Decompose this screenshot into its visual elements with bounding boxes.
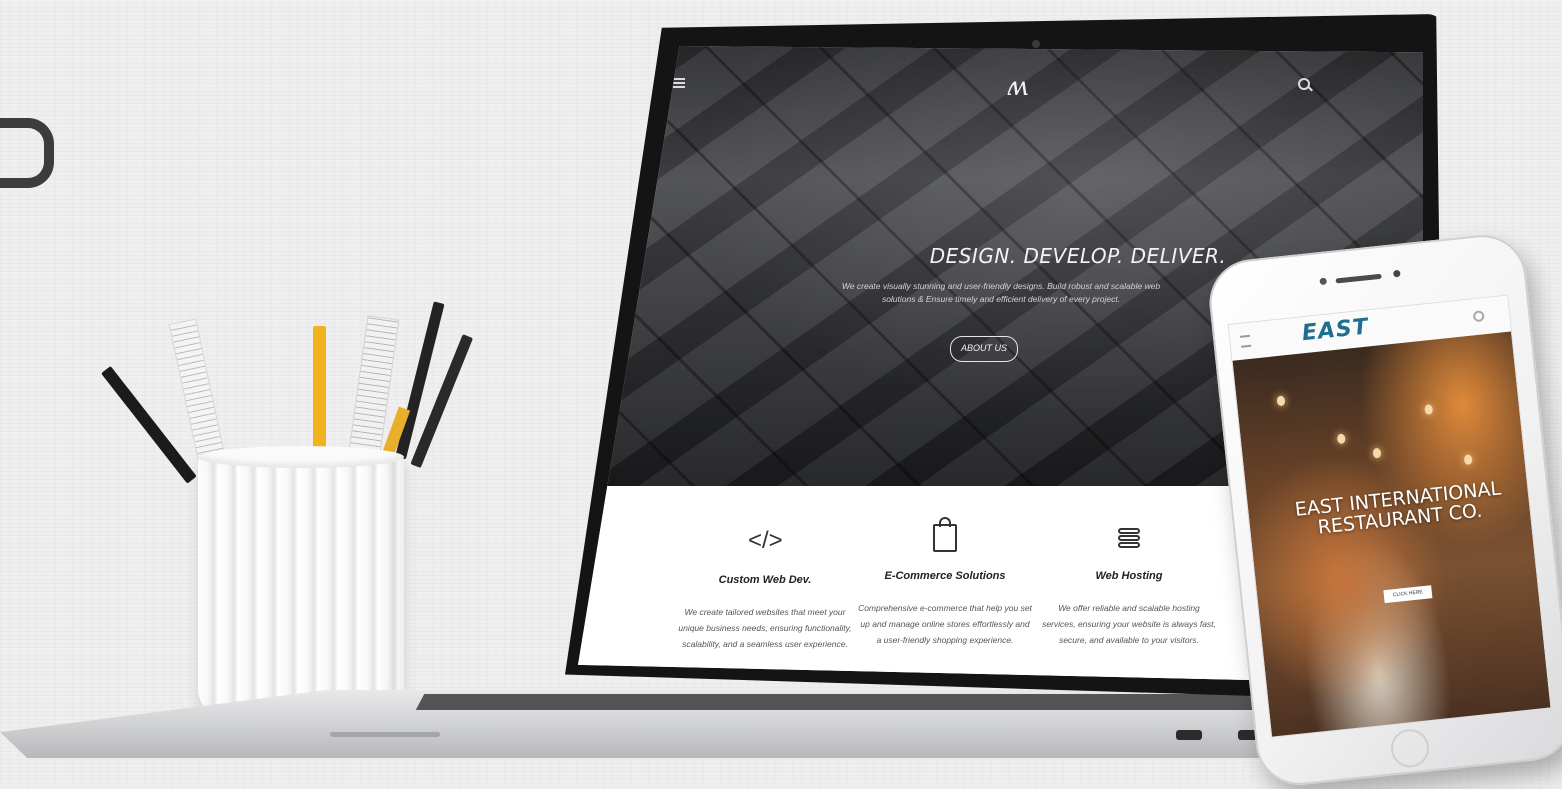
hero-title: DESIGN. DEVELOP. DELIVER. — [929, 244, 1227, 268]
phone-camera — [1319, 277, 1328, 286]
phone-screen: EAST EAST INTERNATIONAL RESTAURANT CO. C… — [1227, 294, 1552, 738]
service-card-web-hosting[interactable]: Web Hosting We offer reliable and scalab… — [1034, 486, 1224, 684]
pencil-cup-rim — [198, 446, 404, 468]
hamburger-icon[interactable] — [1239, 334, 1252, 348]
yellow-pencil — [313, 326, 326, 466]
hero-subtitle: We create visually stunning and user-fri… — [841, 281, 1161, 305]
phone-sensor — [1392, 269, 1401, 278]
service-text: Comprehensive e-commerce that help you s… — [858, 603, 1032, 646]
service-title: Custom Web Dev. — [718, 574, 812, 586]
pendant-lamp — [1463, 454, 1473, 466]
service-card-custom-web-dev[interactable]: </> Custom Web Dev. We create tailored w… — [670, 486, 860, 684]
service-text: We offer reliable and scalable hosting s… — [1042, 603, 1216, 646]
smartphone: EAST EAST INTERNATIONAL RESTAURANT CO. C… — [1205, 230, 1562, 789]
code-icon: </> — [748, 527, 783, 554]
hamburger-icon[interactable] — [673, 78, 685, 88]
click-here-button[interactable]: CLICK HERE — [1383, 585, 1433, 604]
search-icon[interactable] — [1298, 78, 1310, 90]
service-title: Web Hosting — [1095, 570, 1163, 582]
pendant-lamp — [1372, 447, 1382, 459]
pendant-lamp — [1276, 395, 1286, 407]
phone-site-logo[interactable]: EAST — [1301, 314, 1370, 346]
service-text: We create tailored websites that meet yo… — [678, 607, 852, 650]
search-icon[interactable] — [1472, 310, 1485, 323]
service-title: E-Commerce Solutions — [884, 570, 1006, 582]
home-button[interactable] — [1389, 727, 1431, 770]
shopping-bag-icon — [933, 517, 957, 552]
about-us-button[interactable]: ABOUT US — [950, 336, 1019, 362]
pendant-lamp — [1336, 433, 1346, 445]
laptop-keyboard-edge — [415, 694, 1295, 710]
site-logo[interactable]: ʍ — [1006, 72, 1028, 102]
service-card-ecommerce[interactable]: E-Commerce Solutions Comprehensive e-com… — [850, 486, 1040, 684]
pendant-lamp — [1424, 404, 1434, 415]
pencil-cup — [198, 455, 404, 717]
laptop-notch — [330, 732, 440, 737]
black-pencil — [395, 301, 445, 460]
restaurant-photo: EAST INTERNATIONAL RESTAURANT CO. CLICK … — [1232, 331, 1551, 738]
phone-speaker — [1335, 273, 1382, 284]
server-icon — [1118, 528, 1140, 552]
phone-hero-title: EAST INTERNATIONAL RESTAURANT CO. — [1293, 477, 1503, 539]
scene: ʍ DESIGN. DEVELOP. DELIVER. We create vi… — [0, 0, 1562, 789]
laptop-camera — [1032, 40, 1040, 48]
laptop-port — [1176, 730, 1202, 740]
partial-letter-graphic — [0, 118, 54, 188]
